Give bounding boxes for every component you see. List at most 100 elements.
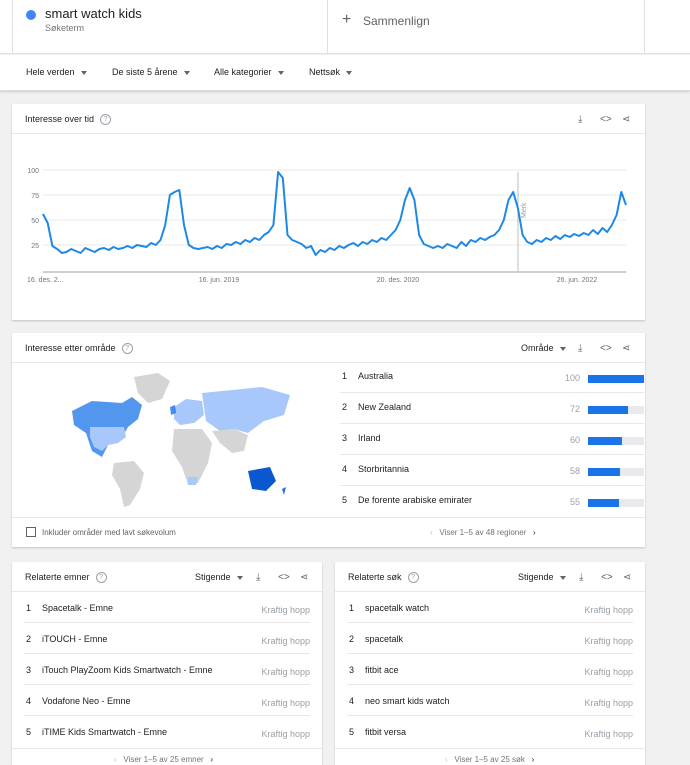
pager-prev-icon[interactable]: ‹ bbox=[430, 528, 433, 537]
map-africa bbox=[172, 429, 212, 485]
region-bar-fill bbox=[588, 499, 619, 507]
item-tag: Kraftig hopp bbox=[584, 729, 633, 739]
region-row[interactable]: 4 Storbritannia 58 bbox=[340, 456, 644, 486]
region-value: 58 bbox=[569, 466, 580, 476]
item-rank: 3 bbox=[26, 665, 32, 675]
world-map[interactable] bbox=[62, 371, 292, 511]
item-name[interactable]: iTOUCH - Emne bbox=[42, 634, 107, 644]
pager-next-icon[interactable]: › bbox=[210, 755, 213, 764]
item-rank: 2 bbox=[349, 634, 355, 644]
list-item[interactable]: 5 fitbit versa Kraftig hopp bbox=[347, 716, 633, 747]
download-icon[interactable]: ⤓ bbox=[578, 343, 582, 354]
region-row[interactable]: 1 Australia 100 bbox=[340, 363, 644, 393]
region-level-dropdown[interactable]: Område bbox=[521, 343, 566, 353]
list-item[interactable]: 2 iTOUCH - Emne Kraftig hopp bbox=[24, 623, 310, 654]
card-title: Interesse etter område? bbox=[25, 343, 133, 355]
download-icon[interactable]: ⤓ bbox=[256, 572, 260, 583]
list-item[interactable]: 4 neo smart kids watch Kraftig hopp bbox=[347, 685, 633, 716]
card-title-text: Relaterte søk bbox=[348, 572, 402, 582]
list-item[interactable]: 1 spacetalk watch Kraftig hopp bbox=[347, 592, 633, 623]
embed-icon[interactable]: <> bbox=[600, 343, 612, 354]
item-tag: Kraftig hopp bbox=[261, 605, 310, 615]
pager-prev-icon[interactable]: ‹ bbox=[445, 755, 448, 764]
item-name[interactable]: Spacetalk - Emne bbox=[42, 603, 113, 613]
card-title-text: Interesse over tid bbox=[25, 114, 95, 124]
help-icon[interactable]: ? bbox=[95, 572, 107, 584]
list-item[interactable]: 1 Spacetalk - Emne Kraftig hopp bbox=[24, 592, 310, 623]
related-topics-card: Relaterte emner? Stigende ⤓ <> ⋖ 1 Space… bbox=[12, 562, 322, 765]
pager-next-icon[interactable]: › bbox=[532, 755, 535, 764]
download-icon[interactable]: ⤓ bbox=[579, 572, 583, 583]
share-icon[interactable]: ⋖ bbox=[622, 343, 630, 354]
search-term-chip[interactable]: smart watch kids Søketerm bbox=[12, 0, 328, 54]
item-name[interactable]: neo smart kids watch bbox=[365, 696, 450, 706]
region-rank: 4 bbox=[342, 464, 348, 474]
help-icon[interactable]: ? bbox=[100, 114, 112, 126]
low-volume-checkbox[interactable] bbox=[26, 527, 36, 537]
share-icon[interactable]: ⋖ bbox=[623, 572, 631, 583]
region-bar-track bbox=[588, 375, 644, 383]
help-icon[interactable]: ? bbox=[121, 343, 133, 355]
list-item[interactable]: 3 iTouch PlayZoom Kids Smartwatch - Emne… bbox=[24, 654, 310, 685]
filter-search-type-label: Nettsøk bbox=[309, 67, 341, 77]
region-row[interactable]: 5 De forente arabiske emirater 55 bbox=[340, 487, 644, 517]
embed-icon[interactable]: <> bbox=[278, 572, 290, 583]
region-name[interactable]: De forente arabiske emirater bbox=[358, 495, 472, 505]
share-icon[interactable]: ⋖ bbox=[622, 114, 630, 125]
item-name[interactable]: spacetalk bbox=[365, 634, 403, 644]
region-rank: 5 bbox=[342, 495, 348, 505]
region-row[interactable]: 2 New Zealand 72 bbox=[340, 394, 644, 424]
region-bar-fill bbox=[588, 406, 629, 414]
series-color-dot bbox=[26, 10, 36, 20]
item-rank: 5 bbox=[349, 727, 355, 737]
region-row[interactable]: 3 Irland 60 bbox=[340, 425, 644, 455]
list-item[interactable]: 3 fitbit ace Kraftig hopp bbox=[347, 654, 633, 685]
embed-icon[interactable]: <> bbox=[601, 572, 613, 583]
download-icon[interactable]: ⤓ bbox=[578, 114, 582, 125]
list-item[interactable]: 4 Vodafone Neo - Emne Kraftig hopp bbox=[24, 685, 310, 716]
filter-bar: Hele verden De siste 5 årene Alle katego… bbox=[0, 55, 690, 91]
compare-button[interactable]: + Sammenlign bbox=[329, 0, 645, 54]
pager-next-icon[interactable]: › bbox=[533, 528, 536, 537]
pager-text: Viser 1–5 av 48 regioner bbox=[439, 528, 527, 537]
item-name[interactable]: iTouch PlayZoom Kids Smartwatch - Emne bbox=[42, 665, 213, 675]
x-tick-label: 20. des. 2020 bbox=[377, 277, 420, 284]
item-name[interactable]: fitbit ace bbox=[365, 665, 399, 675]
sort-dropdown[interactable]: Stigende bbox=[195, 572, 243, 582]
map-australia bbox=[248, 467, 276, 491]
region-name[interactable]: Australia bbox=[358, 371, 393, 381]
region-name[interactable]: New Zealand bbox=[358, 402, 411, 412]
search-term-name[interactable]: smart watch kids bbox=[45, 6, 142, 21]
item-name[interactable]: Vodafone Neo - Emne bbox=[42, 696, 131, 706]
item-tag: Kraftig hopp bbox=[261, 667, 310, 677]
dropdown-label: Stigende bbox=[518, 572, 554, 582]
caret-down-icon bbox=[183, 70, 190, 75]
item-name[interactable]: fitbit versa bbox=[365, 727, 406, 737]
region-name[interactable]: Irland bbox=[358, 433, 381, 443]
region-value: 60 bbox=[569, 435, 580, 445]
sort-dropdown[interactable]: Stigende bbox=[518, 572, 566, 582]
list-item[interactable]: 5 iTIME Kids Smartwatch - Emne Kraftig h… bbox=[24, 716, 310, 747]
pager-prev-icon[interactable]: ‹ bbox=[114, 755, 117, 764]
item-tag: Kraftig hopp bbox=[584, 605, 633, 615]
region-name[interactable]: Storbritannia bbox=[358, 464, 409, 474]
region-value: 100 bbox=[564, 373, 580, 383]
share-icon[interactable]: ⋖ bbox=[300, 572, 308, 583]
filter-time-range[interactable]: De siste 5 årene bbox=[112, 67, 190, 77]
region-bar-fill bbox=[588, 375, 644, 383]
filter-category[interactable]: Alle kategorier bbox=[214, 67, 284, 77]
map-south-america bbox=[112, 461, 144, 507]
filter-location[interactable]: Hele verden bbox=[26, 67, 87, 77]
item-name[interactable]: iTIME Kids Smartwatch - Emne bbox=[42, 727, 167, 737]
pager-text: Viser 1–5 av 25 søk bbox=[454, 755, 525, 764]
low-volume-checkbox-label[interactable]: Inkluder områder med lavt søkevolum bbox=[42, 528, 176, 537]
topics-pager: ‹ Viser 1–5 av 25 emner › bbox=[114, 755, 213, 764]
help-icon[interactable]: ? bbox=[407, 572, 419, 584]
caret-down-icon bbox=[277, 70, 284, 75]
filter-time-label: De siste 5 årene bbox=[112, 67, 178, 77]
map-usa bbox=[90, 427, 126, 451]
embed-icon[interactable]: <> bbox=[600, 114, 612, 125]
list-item[interactable]: 2 spacetalk Kraftig hopp bbox=[347, 623, 633, 654]
filter-search-type[interactable]: Nettsøk bbox=[309, 67, 353, 77]
item-name[interactable]: spacetalk watch bbox=[365, 603, 429, 613]
